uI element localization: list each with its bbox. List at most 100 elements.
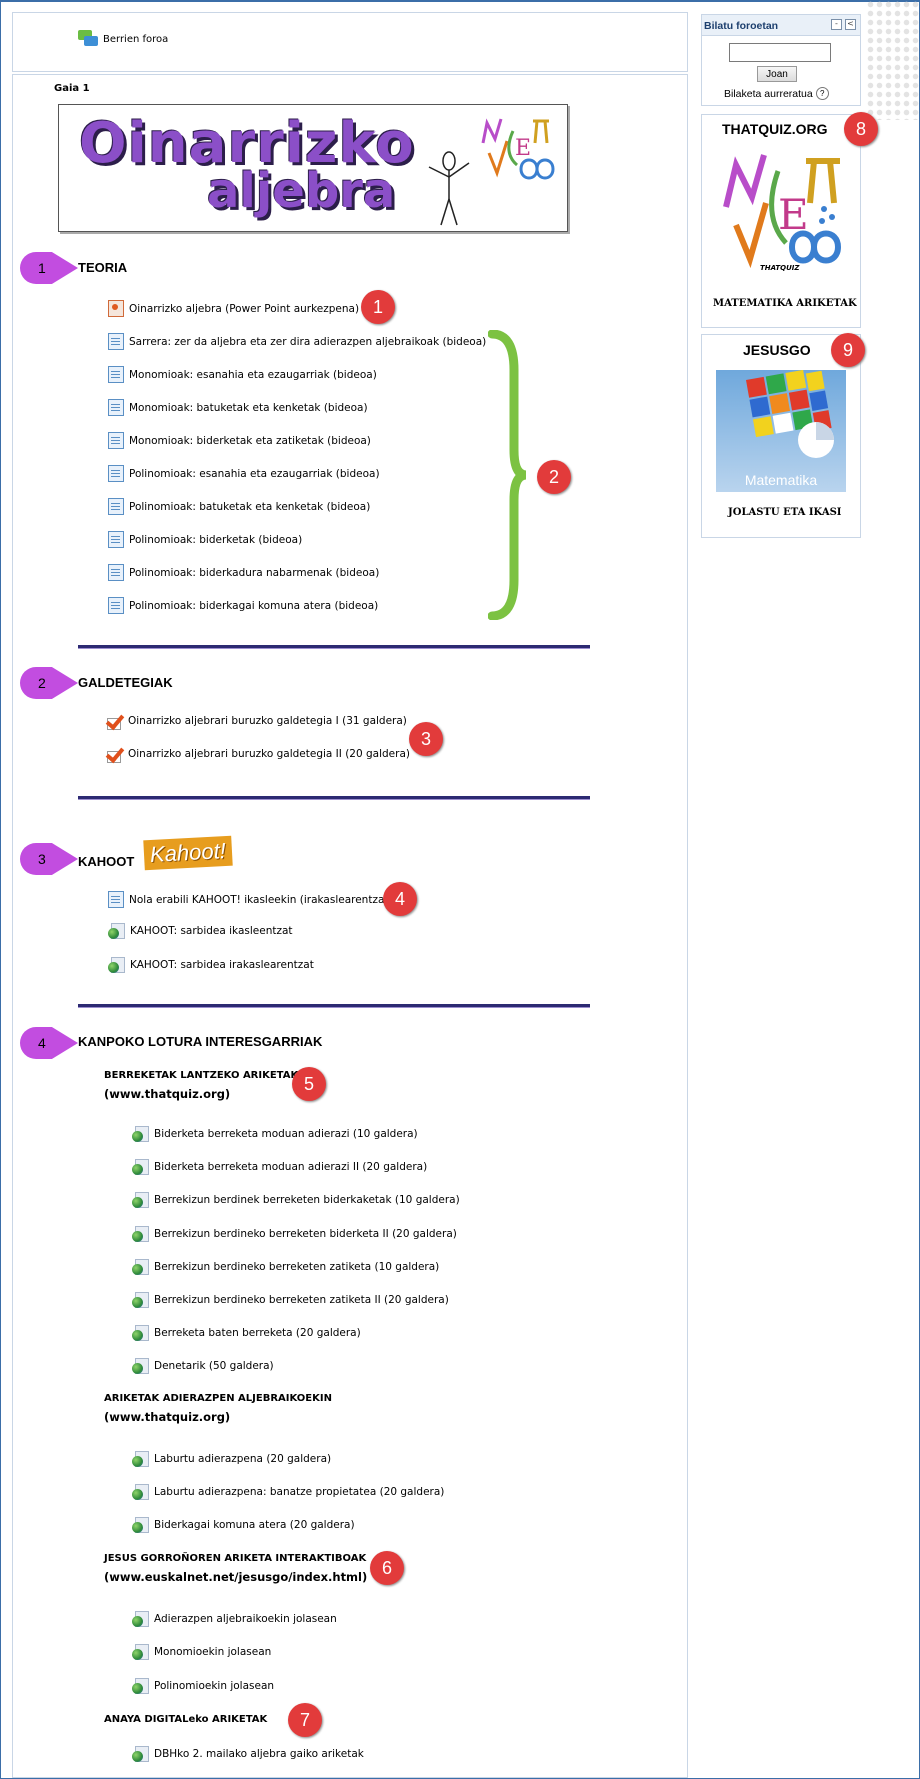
badge-1: 1 <box>361 290 395 324</box>
web-link-icon <box>132 1644 149 1660</box>
list-item[interactable]: Adierazpen aljebraikoekin jolasean <box>132 1611 337 1627</box>
list-item[interactable]: Berrekizun berdineko berreketen biderket… <box>132 1226 457 1242</box>
web-link-icon <box>108 923 125 939</box>
web-link-icon <box>132 1226 149 1242</box>
web-link-icon <box>132 1484 149 1500</box>
search-input[interactable] <box>729 43 831 62</box>
web-link-icon <box>132 1517 149 1533</box>
list-item[interactable]: Laburtu adierazpena: banatze propietatea… <box>132 1484 444 1500</box>
svg-text:E: E <box>515 136 531 161</box>
help-icon[interactable]: ? <box>815 87 829 100</box>
section-3-tag: 3 <box>20 843 78 875</box>
section-title-kanpoko-lotura: KANPOKO LOTURA INTERESGARRIAK <box>78 1034 323 1049</box>
dock-icon[interactable]: < <box>845 19 856 30</box>
web-link-icon <box>132 1192 149 1208</box>
badge-8: 8 <box>844 112 878 146</box>
list-item[interactable]: Denetarik (50 galdera) <box>132 1358 274 1374</box>
badge-4: 4 <box>383 882 417 916</box>
web-link-icon <box>132 1292 149 1308</box>
search-block-title: Bilatu foroetan <box>704 20 779 32</box>
list-item[interactable]: Oinarrizko aljebra (Power Point aurkezpe… <box>108 300 359 317</box>
stick-figure-icon <box>428 151 470 226</box>
list-item[interactable]: KAHOOT: sarbidea ikasleentzat <box>108 923 293 939</box>
badge-5: 5 <box>292 1067 326 1101</box>
document-icon <box>108 366 124 383</box>
curly-bracket-icon <box>488 330 527 620</box>
web-link-icon <box>132 1259 149 1275</box>
banner-line-2: aljebra <box>207 163 396 219</box>
list-item[interactable]: Laburtu adierazpena (20 galdera) <box>132 1451 331 1467</box>
jesusgo-image-text: Matematika <box>744 472 818 488</box>
list-item[interactable]: Monomioak: batuketak eta kenketak (bideo… <box>108 399 368 416</box>
list-item[interactable]: Berrekizun berdineko berreketen zatiketa… <box>132 1292 449 1308</box>
kahoot-logo: Kahoot! <box>143 835 233 870</box>
subsection-title: JESUS GORROÑOREN ARIKETA INTERAKTIBOAK (w… <box>104 1553 368 1584</box>
thatquiz-caption[interactable]: MATEMATIKA ARIKETAK <box>713 298 857 309</box>
web-link-icon <box>132 1358 149 1374</box>
math-symbols-icon: E <box>481 118 555 180</box>
list-item[interactable]: Polinomioak: esanahia eta ezaugarriak (b… <box>108 465 380 482</box>
document-icon <box>108 333 124 350</box>
list-item[interactable]: Polinomioak: biderkadura nabarmenak (bid… <box>108 564 379 581</box>
forum-label[interactable]: Berrien foroa <box>103 34 168 45</box>
math-symbols-icon: E <box>723 154 842 269</box>
badge-6: 6 <box>370 1551 404 1585</box>
document-icon <box>108 498 124 515</box>
subsection-title: ANAYA DIGITALeko ARIKETAK <box>104 1714 268 1725</box>
web-link-icon <box>132 1746 149 1762</box>
section-divider <box>78 796 590 800</box>
list-item[interactable]: Monomioak: esanahia eta ezaugarriak (bid… <box>108 366 377 383</box>
subsection-title: BERREKETAK LANTZEKO ARIKETAK (www.thatqui… <box>104 1070 299 1101</box>
section-title-teoria: TEORIA <box>78 260 128 275</box>
jesusgo-title: JESUSGO <box>743 342 811 358</box>
list-item[interactable]: Sarrera: zer da aljebra eta zer dira adi… <box>108 333 486 350</box>
list-item[interactable]: Berrekizun berdineko berreketen zatiketa… <box>132 1259 439 1275</box>
section-divider <box>78 645 590 649</box>
list-item[interactable]: Monomioak: biderketak eta zatiketak (bid… <box>108 432 371 449</box>
document-icon <box>108 597 124 614</box>
news-forum-link[interactable]: Berrien foroa <box>78 30 168 48</box>
thatquiz-logo-text: THATQUIZ <box>760 264 800 272</box>
jesusgo-caption[interactable]: JOLASTU ETA IKASI <box>728 507 841 518</box>
web-link-icon <box>132 1611 149 1627</box>
document-icon <box>108 891 124 908</box>
forum-icon <box>78 30 100 48</box>
section-title-kahoot: KAHOOT Kahoot! <box>78 835 233 870</box>
badge-9: 9 <box>831 333 865 367</box>
advanced-search-link[interactable]: Bilaketa aurreratua ? <box>724 87 829 100</box>
list-item[interactable]: Berrekizun berdinek berreketen biderkake… <box>132 1192 460 1208</box>
section-1-tag: 1 <box>20 252 78 284</box>
section-divider <box>78 1004 590 1008</box>
web-link-icon <box>132 1451 149 1467</box>
list-item[interactable]: Biderketa berreketa moduan adierazi II (… <box>132 1159 427 1175</box>
badge-3: 3 <box>409 722 443 756</box>
jesusgo-image[interactable]: Matematika <box>716 370 846 492</box>
document-icon <box>108 432 124 449</box>
section-4-tag: 4 <box>20 1027 78 1059</box>
list-item[interactable]: Polinomioak: biderketak (bideoa) <box>108 531 302 548</box>
list-item[interactable]: Monomioekin jolasean <box>132 1644 271 1660</box>
list-item[interactable]: Berreketa baten berreketa (20 galdera) <box>132 1325 361 1341</box>
list-item[interactable]: KAHOOT: sarbidea irakaslearentzat <box>108 957 314 973</box>
web-link-icon <box>132 1159 149 1175</box>
list-item[interactable]: Polinomioak: biderkagai komuna atera (bi… <box>108 597 378 614</box>
collapse-icon[interactable]: - <box>831 19 842 30</box>
list-item[interactable]: Biderkagai komuna atera (20 galdera) <box>132 1517 355 1533</box>
section-title-galdetegiak: GALDETEGIAK <box>78 675 173 690</box>
thatquiz-title: THATQUIZ.ORG <box>722 121 828 137</box>
list-item[interactable]: Nola erabili KAHOOT! ikasleekin (irakasl… <box>108 891 393 908</box>
list-item[interactable]: Biderketa berreketa moduan adierazi (10 … <box>132 1126 418 1142</box>
section-2-tag: 2 <box>20 667 78 699</box>
web-link-icon <box>132 1678 149 1694</box>
background-pattern <box>866 0 920 120</box>
document-icon <box>108 399 124 416</box>
search-button[interactable]: Joan <box>757 66 797 82</box>
thatquiz-logo[interactable]: E THATQUIZ <box>716 147 846 277</box>
quiz-check-icon <box>106 745 124 763</box>
list-item[interactable]: Polinomioekin jolasean <box>132 1678 274 1694</box>
list-item[interactable]: Oinarrizko aljebrari buruzko galdetegia … <box>106 712 407 730</box>
list-item[interactable]: DBHko 2. mailako aljebra gaiko ariketak <box>132 1746 364 1762</box>
list-item[interactable]: Oinarrizko aljebrari buruzko galdetegia … <box>106 745 410 763</box>
subsection-title: ARIKETAK ADIERAZPEN ALJEBRAIKOEKIN (www.t… <box>104 1393 332 1424</box>
list-item[interactable]: Polinomioak: batuketak eta kenketak (bid… <box>108 498 370 515</box>
